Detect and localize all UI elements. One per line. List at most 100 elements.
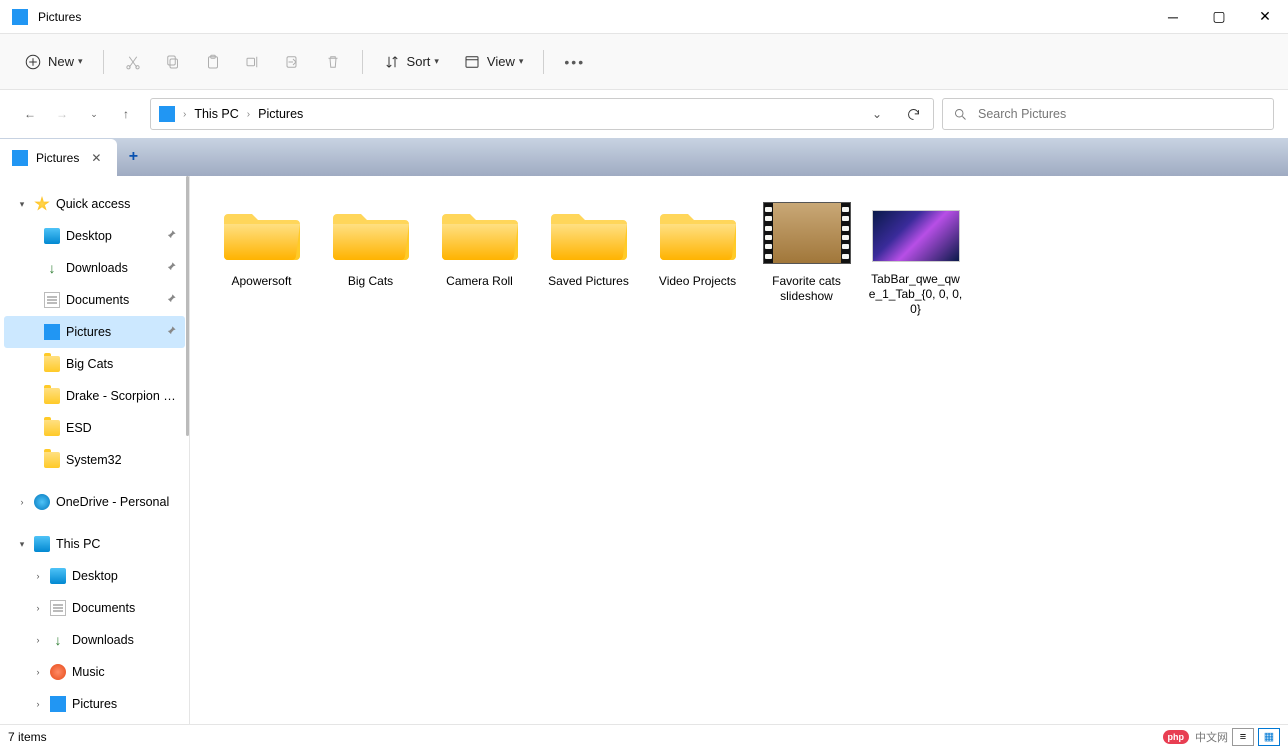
folder-item[interactable]: Apowersoft <box>214 198 309 317</box>
sort-button[interactable]: Sort ▾ <box>373 44 449 80</box>
sidebar-item-pc-pictures[interactable]: ›Pictures <box>4 688 185 720</box>
watermark-text: 中文网 <box>1195 729 1228 745</box>
sidebar-label: Desktop <box>66 229 160 243</box>
sidebar-item-pc-desktop[interactable]: ›Desktop <box>4 560 185 592</box>
tab-pictures[interactable]: Pictures ✕ <box>0 139 117 176</box>
sidebar-item-pc-documents[interactable]: ›Documents <box>4 592 185 624</box>
folder-item[interactable]: Saved Pictures <box>541 198 636 317</box>
close-button[interactable]: ✕ <box>1242 0 1288 33</box>
pic-icon <box>44 324 60 340</box>
sidebar-label: Big Cats <box>66 357 177 371</box>
minimize-button[interactable]: ─ <box>1150 0 1196 33</box>
folder-item[interactable]: Video Projects <box>650 198 745 317</box>
chevron-right-icon: › <box>16 497 28 507</box>
sidebar-label: Music <box>72 665 177 679</box>
sidebar-item-downloads[interactable]: ↓Downloads <box>4 252 185 284</box>
pin-icon <box>166 293 177 307</box>
search-box[interactable] <box>942 98 1274 130</box>
address-bar[interactable]: › This PC › Pictures ⌄ <box>150 98 934 130</box>
file-label: TabBar_qwe_qwe_1_Tab_{0, 0, 0, 0} <box>868 272 963 317</box>
maximize-button[interactable]: ▢ <box>1196 0 1242 33</box>
folder-label: Big Cats <box>348 274 393 289</box>
sidebar-item-esd[interactable]: ESD <box>4 412 185 444</box>
details-view-button[interactable]: ≡ <box>1232 728 1254 746</box>
paste-button[interactable] <box>194 44 232 80</box>
up-button[interactable]: ↑ <box>110 98 142 130</box>
tab-close-button[interactable]: ✕ <box>87 151 105 165</box>
sidebar-item-big-cats[interactable]: Big Cats <box>4 348 185 380</box>
chevron-right-icon: › <box>32 667 44 677</box>
sidebar-label: Pictures <box>72 697 177 711</box>
view-button[interactable]: View ▾ <box>453 44 533 80</box>
chevron-right-icon: › <box>247 109 250 120</box>
sidebar-label: ESD <box>66 421 177 435</box>
sidebar-item-documents[interactable]: Documents <box>4 284 185 316</box>
new-label: New <box>48 54 74 69</box>
separator <box>543 50 544 74</box>
breadcrumb-leaf[interactable]: Pictures <box>258 107 303 121</box>
sidebar-label: OneDrive - Personal <box>56 495 177 509</box>
file-item-image[interactable]: TabBar_qwe_qwe_1_Tab_{0, 0, 0, 0} <box>868 198 963 317</box>
clipboard-icon <box>204 53 222 71</box>
cut-button[interactable] <box>114 44 152 80</box>
pictures-icon <box>159 106 175 122</box>
pin-icon <box>166 229 177 243</box>
new-tab-button[interactable]: + <box>117 138 149 176</box>
rename-button[interactable] <box>234 44 272 80</box>
new-button[interactable]: New ▾ <box>14 44 93 80</box>
doc-icon <box>50 600 66 616</box>
folder-icon <box>551 202 627 264</box>
content-pane[interactable]: Apowersoft Big Cats Camera Roll Saved Pictu… <box>190 176 1288 724</box>
monitor-icon <box>44 228 60 244</box>
folder-icon <box>224 202 300 264</box>
search-input[interactable] <box>978 107 1263 121</box>
delete-button[interactable] <box>314 44 352 80</box>
recent-button[interactable]: ⌄ <box>78 98 110 130</box>
sort-icon <box>383 53 401 71</box>
forward-button[interactable]: → <box>46 98 78 130</box>
folder-label: Saved Pictures <box>548 274 629 289</box>
scrollbar[interactable] <box>186 176 189 436</box>
sidebar: ▾ Quick access Desktop ↓Downloads Document… <box>0 176 190 724</box>
chevron-down-icon: ▾ <box>16 199 28 210</box>
rename-icon <box>244 53 262 71</box>
copy-button[interactable] <box>154 44 192 80</box>
pic-icon <box>50 696 66 712</box>
sidebar-label: System32 <box>66 453 177 467</box>
refresh-button[interactable] <box>899 100 927 128</box>
chevron-right-icon: › <box>32 635 44 645</box>
sidebar-label: Downloads <box>66 261 160 275</box>
sidebar-item-drake-scorpion-320-[interactable]: Drake - Scorpion (320) <box>4 380 185 412</box>
folder-icon <box>660 202 736 264</box>
sidebar-label: Documents <box>66 293 160 307</box>
folder-item[interactable]: Big Cats <box>323 198 418 317</box>
sidebar-item-system32[interactable]: System32 <box>4 444 185 476</box>
tabbar: Pictures ✕ + <box>0 138 1288 176</box>
folder-item[interactable]: Camera Roll <box>432 198 527 317</box>
sidebar-item-desktop[interactable]: Desktop <box>4 220 185 252</box>
chevron-down-icon: ▾ <box>434 56 439 67</box>
chevron-right-icon: › <box>183 109 186 120</box>
chevron-right-icon: › <box>32 571 44 581</box>
sidebar-item-quick-access[interactable]: ▾ Quick access <box>4 188 185 220</box>
sidebar-item-this-pc[interactable]: ▾ This PC <box>4 528 185 560</box>
share-button[interactable] <box>274 44 312 80</box>
doc-icon <box>44 292 60 308</box>
toolbar: New ▾ Sort ▾ View ▾ ••• <box>0 34 1288 90</box>
sidebar-item-pictures[interactable]: Pictures <box>4 316 185 348</box>
folder-icon <box>44 452 60 468</box>
breadcrumb-root[interactable]: This PC <box>194 107 238 121</box>
sidebar-item-pc-downloads[interactable]: ›↓Downloads <box>4 624 185 656</box>
more-button[interactable]: ••• <box>554 44 595 80</box>
back-button[interactable]: ← <box>14 98 46 130</box>
separator <box>103 50 104 74</box>
sidebar-item-onedrive[interactable]: › OneDrive - Personal <box>4 486 185 518</box>
address-dropdown-button[interactable]: ⌄ <box>863 100 891 128</box>
image-thumbnail <box>872 210 960 262</box>
thumbnails-view-button[interactable]: ▦ <box>1258 728 1280 746</box>
folder-label: Camera Roll <box>446 274 513 289</box>
item-count: 7 items <box>8 730 47 744</box>
file-item-video[interactable]: Favorite cats slideshow <box>759 198 854 317</box>
refresh-icon <box>906 107 921 122</box>
sidebar-item-pc-music[interactable]: › Music <box>4 656 185 688</box>
